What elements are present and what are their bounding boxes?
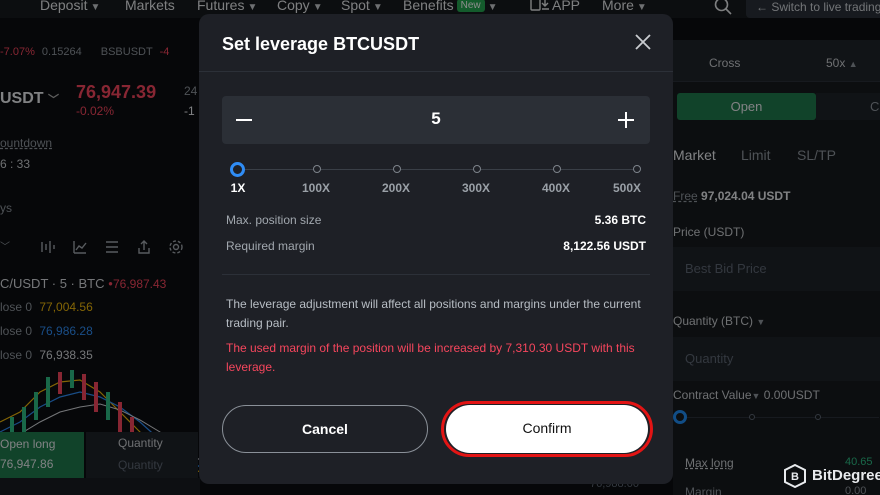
- dialog-title: Set leverage BTCUSDT: [222, 34, 420, 54]
- slider-tick-200x[interactable]: [393, 165, 401, 173]
- required-margin-value: 8,122.56 USDT: [563, 239, 646, 253]
- slider-knob[interactable]: [230, 162, 245, 177]
- set-leverage-dialog: Set leverage BTCUSDT 5 1X 100X 200X 300X…: [199, 14, 673, 484]
- leverage-stepper: 5: [222, 96, 650, 144]
- confirm-button[interactable]: Confirm: [446, 405, 648, 453]
- tick-label-400x[interactable]: 400X: [536, 181, 576, 195]
- margin-warning: The used margin of the position will be …: [226, 341, 635, 374]
- slider-tick-300x[interactable]: [473, 165, 481, 173]
- close-icon[interactable]: [633, 32, 653, 52]
- slider-tick-100x[interactable]: [313, 165, 321, 173]
- dialog-divider: [199, 71, 673, 72]
- max-position-label: Max. position size: [226, 213, 322, 227]
- leverage-value[interactable]: 5: [222, 109, 650, 129]
- tick-label-1x[interactable]: 1X: [218, 181, 258, 195]
- plus-icon[interactable]: [610, 104, 642, 136]
- slider-tick-500x[interactable]: [633, 165, 641, 173]
- watermark-text: BitDegree: [812, 467, 880, 484]
- tick-label-200x[interactable]: 200X: [376, 181, 416, 195]
- info-divider: [222, 274, 650, 275]
- required-margin-label: Required margin: [226, 239, 315, 253]
- tick-label-300x[interactable]: 300X: [456, 181, 496, 195]
- tick-label-500x[interactable]: 500X: [607, 181, 647, 195]
- max-position-value: 5.36 BTC: [594, 213, 646, 227]
- bitdegree-watermark: B BitDegree: [784, 464, 880, 490]
- svg-text:B: B: [791, 471, 799, 483]
- cancel-button[interactable]: Cancel: [222, 405, 428, 453]
- leverage-slider[interactable]: [230, 162, 641, 177]
- tick-label-100x[interactable]: 100X: [296, 181, 336, 195]
- bitdegree-logo-icon: B: [784, 464, 806, 488]
- slider-tick-400x[interactable]: [553, 165, 561, 173]
- leverage-note: The leverage adjustment will affect all …: [226, 297, 641, 330]
